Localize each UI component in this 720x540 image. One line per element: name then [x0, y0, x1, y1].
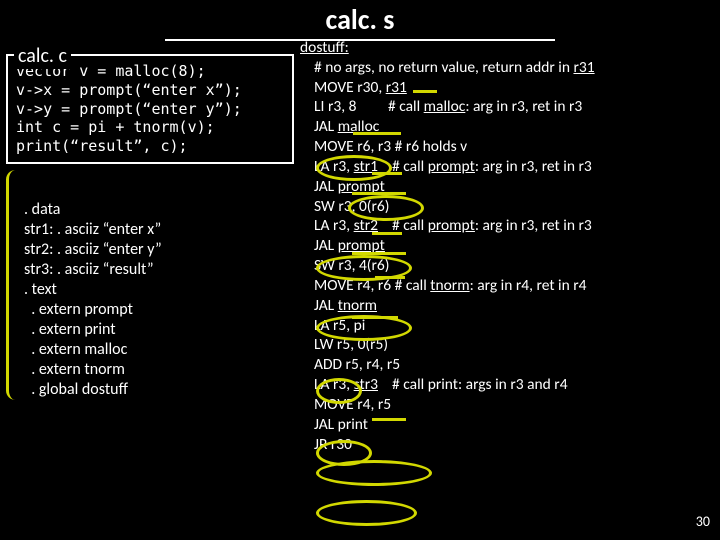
page-number: 30	[696, 513, 710, 530]
calc-s-line: ADD r5, r4, r5	[300, 355, 400, 374]
calc-s-line: JAL malloc	[300, 117, 379, 136]
calc-s-line: MOVE r6, r3 # r6 holds v	[300, 137, 467, 156]
asm-line: . extern prompt	[24, 300, 133, 319]
calc-s-line: LA r3, str3 # call print: args in r3 and…	[300, 375, 568, 394]
calc-s-line: JAL prompt	[300, 177, 385, 196]
calc-c-line: v->x = prompt(“enter x”);	[16, 81, 284, 100]
calc-s-block: dostuff: # no args, no return value, ret…	[300, 38, 595, 454]
calc-s-line: SW r3, 0(r6)	[300, 197, 389, 216]
calc-s-line: # no args, no return value, return addr …	[300, 58, 595, 77]
calc-c-box: calc. c vector v = malloc(8); v->x = pro…	[6, 54, 294, 164]
calc-s-line: JAL tnorm	[300, 296, 377, 315]
calc-s-line: MOVE r4, r5	[300, 395, 391, 414]
calc-c-line: v->y = prompt(“enter y”);	[16, 100, 284, 119]
asm-data-block: . data str1: . asciiz “enter x” str2: . …	[24, 200, 162, 400]
asm-line: . extern malloc	[24, 340, 127, 359]
calc-s-line: MOVE r4, r6 # call tnorm: arg in r4, ret…	[300, 276, 587, 295]
calc-s-line: MOVE r30, r31	[300, 78, 407, 97]
asm-line: str2: . asciiz “enter y”	[24, 240, 162, 259]
calc-s-label: dostuff:	[300, 38, 349, 57]
calc-s-line: LA r3, str2 # call prompt: arg in r3, re…	[300, 216, 592, 235]
calc-s-line: LA r5, pi	[300, 316, 365, 335]
asm-line: . text	[24, 280, 57, 299]
asm-line: . data	[24, 200, 60, 219]
asm-line: str3: . asciiz “result”	[24, 260, 154, 279]
calc-c-title: calc. c	[14, 44, 71, 69]
calc-c-line: int c = pi + tnorm(v);	[16, 118, 284, 137]
calc-s-line: LW r5, 0(r5)	[300, 335, 388, 354]
asm-line: . global dostuff	[24, 380, 128, 399]
calc-s-line: JAL prompt	[300, 236, 385, 255]
asm-line: str1: . asciiz “enter x”	[24, 220, 161, 239]
calc-s-line: SW r3, 4(r6)	[300, 256, 389, 275]
calc-s-line: LI r3, 8 # call malloc: arg in r3, ret i…	[300, 97, 582, 116]
asm-line: . extern print	[24, 320, 116, 339]
calc-s-line: LA r3, str1 # call prompt: arg in r3, re…	[300, 157, 592, 176]
calc-s-line: JR r30	[300, 435, 352, 454]
asm-line: . extern tnorm	[24, 360, 125, 379]
calc-c-line: print(“result”, c);	[16, 137, 284, 156]
calc-s-line: JAL print	[300, 415, 368, 434]
slide-title: calc. s	[165, 2, 555, 41]
